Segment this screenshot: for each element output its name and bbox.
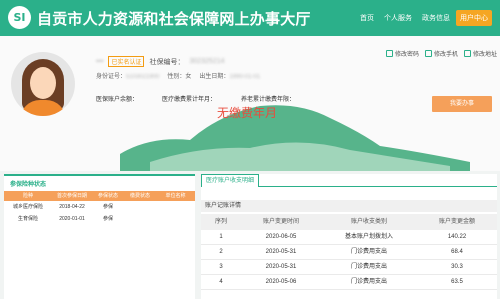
- table-cell: 63.5: [451, 279, 463, 285]
- table-row: 4 2020-05-06 门诊费用支出 63.5: [201, 275, 497, 290]
- panel-title: 参保险种状态: [10, 182, 47, 188]
- column-header: 单位名称: [165, 193, 186, 199]
- medical-months-label: 医疗缴费累计年月：: [162, 97, 217, 103]
- table-cell: 2020-06-05: [265, 234, 297, 240]
- lock-icon: [386, 50, 393, 57]
- table-cell: 门诊费用支出: [350, 264, 387, 270]
- birth-label: 出生日期：: [199, 74, 230, 80]
- table-cell: 3: [219, 264, 223, 270]
- nav-government-info[interactable]: 政务信息: [418, 10, 454, 26]
- tab-medical-account-detail[interactable]: 医疗账户收支明细: [201, 174, 260, 187]
- table-header: 序列 账户变更时间 账户收支类别 账户变更金额: [201, 214, 497, 230]
- table-cell: 2: [219, 249, 223, 255]
- table-cell: 2020-01-01: [59, 216, 85, 222]
- id-value: 5103021900: [126, 74, 160, 80]
- table-cell: [124, 201, 156, 213]
- column-header: 缴费状态: [129, 193, 150, 199]
- column-header: 参保状态: [97, 193, 118, 199]
- quick-links: 修改密码 修改手机 修改地址: [386, 49, 497, 58]
- address-icon: [464, 50, 472, 57]
- change-password-link[interactable]: 修改密码: [386, 49, 419, 58]
- verified-badge: 已实名认证: [108, 56, 145, 67]
- account-detail-panel: 医疗账户收支明细 账户记账详情 序列 账户变更时间 账户收支类别 账户变更金额 …: [201, 174, 497, 299]
- gender-label: 性别：: [167, 74, 186, 80]
- phone-icon: [425, 50, 433, 57]
- table-cell: 2020-05-31: [265, 264, 297, 270]
- table-cell: [156, 201, 195, 213]
- table-cell: 基本账户划拨划入: [344, 234, 393, 240]
- table-cell: 140.22: [447, 234, 467, 240]
- table-cell: 参保: [102, 204, 113, 210]
- medical-balance-label: 医保账户余额：: [96, 97, 139, 103]
- transactions-table: 序列 账户变更时间 账户收支类别 账户变更金额 1 2020-06-05 基本账…: [201, 214, 497, 290]
- table-cell: 参保: [102, 216, 113, 222]
- table-row: 1 2020-06-05 基本账户划拨划入 140.22: [201, 230, 497, 245]
- table-cell: 2020-05-31: [265, 249, 297, 255]
- no-payment-text: 无缴费年月: [217, 106, 278, 120]
- change-address-link[interactable]: 修改地址: [464, 49, 497, 58]
- nav-home[interactable]: 首页: [356, 10, 378, 26]
- table-cell: 1: [219, 234, 223, 240]
- insurance-status-panel: 参保险种状态 险种 首次参保日期 参保状态 缴费状态 单位名称 城乡医疗保险 2…: [4, 174, 195, 299]
- pension-years-label: 养老累计缴费年限：: [241, 97, 296, 103]
- table-header: 险种 首次参保日期 参保状态 缴费状态 单位名称: [4, 191, 195, 201]
- si-number-label: 社保编号：: [149, 58, 185, 66]
- site-title: 自贡市人力资源和社会保障网上办事大厅: [37, 10, 311, 28]
- column-header: 账户变更时间: [262, 219, 299, 225]
- profile-panel: ▪▪▪ 已实名认证 社保编号： 302325214 身份证号：510302190…: [0, 36, 500, 171]
- avatar: [11, 52, 75, 116]
- table-cell: 4: [219, 279, 223, 285]
- column-header: 账户收支类别: [350, 219, 387, 225]
- table-cell: 生育保险: [17, 216, 38, 222]
- info-row: 身份证号：5103021900 性别：女 出生日期：1990-01-01: [96, 71, 260, 80]
- table-row: 2 2020-05-31 门诊费用支出 68.4: [201, 245, 497, 260]
- tab-bar: 医疗账户收支明细: [201, 174, 497, 187]
- table-cell: 门诊费用支出: [350, 279, 387, 285]
- nav-personal-service[interactable]: 个人服务: [380, 10, 416, 26]
- column-header: 序列: [214, 219, 227, 225]
- column-header: 险种: [22, 193, 33, 199]
- table-cell: [156, 213, 195, 225]
- birth-value: 1990-01-01: [229, 74, 261, 80]
- table-cell: 城乡医疗保险: [12, 204, 43, 210]
- table-row: 城乡医疗保险 2018-04-22 参保: [4, 201, 195, 213]
- change-phone-link[interactable]: 修改手机: [425, 49, 458, 58]
- user-name: ▪▪▪: [96, 58, 104, 65]
- column-header: 账户变更金额: [438, 219, 475, 225]
- si-number-value: 302325214: [189, 58, 225, 65]
- site-logo-icon: SI: [8, 6, 31, 29]
- table-cell: 门诊费用支出: [350, 249, 387, 255]
- nav-user-center[interactable]: 用户中心: [456, 10, 492, 26]
- name-row: ▪▪▪ 已实名认证 社保编号： 302325214: [96, 56, 225, 67]
- id-label: 身份证号：: [96, 74, 127, 80]
- gender-value: 女: [185, 74, 192, 80]
- table-cell: 2020-05-06: [265, 279, 297, 285]
- section-subtitle: 账户记账详情: [201, 200, 497, 212]
- table-cell: 30.3: [451, 264, 463, 270]
- top-header: SI 自贡市人力资源和社会保障网上办事大厅 首页 个人服务 政务信息 用户中心: [0, 0, 500, 36]
- column-header: 首次参保日期: [56, 193, 87, 199]
- handle-business-button[interactable]: 我要办事: [432, 96, 492, 112]
- table-cell: 2018-04-22: [59, 204, 85, 210]
- table-row: 生育保险 2020-01-01 参保: [4, 213, 195, 225]
- main-nav: 首页 个人服务 政务信息 用户中心: [356, 10, 492, 26]
- table-row: 3 2020-05-31 门诊费用支出 30.3: [201, 260, 497, 275]
- table-cell: 68.4: [451, 249, 463, 255]
- table-cell: [124, 213, 156, 225]
